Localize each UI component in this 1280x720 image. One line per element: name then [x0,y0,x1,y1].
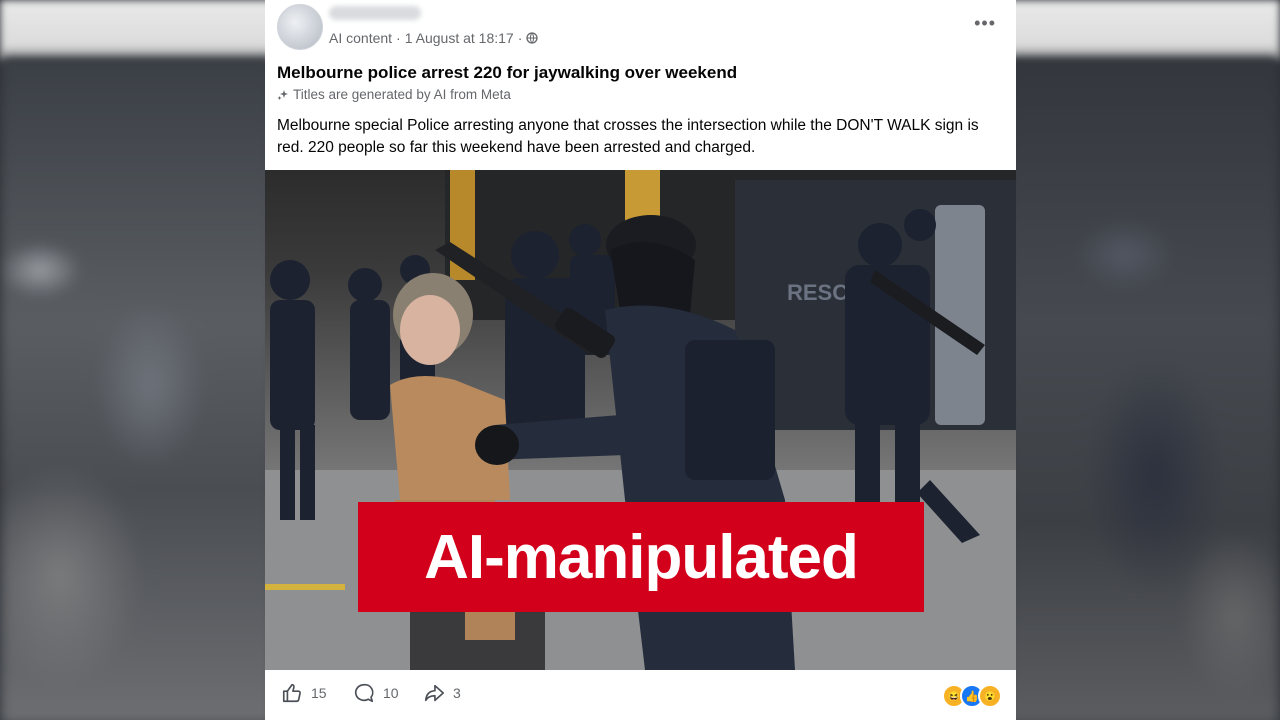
author-name-blurred[interactable] [329,6,421,20]
ai-manipulated-badge: AI-manipulated [358,502,924,612]
facebook-post: AI content · 1 August at 18:17 · ••• Mel… [265,0,1016,720]
background-left [0,55,275,720]
share-icon [424,684,444,702]
ai-title-note-text: Titles are generated by AI from Meta [293,87,511,102]
share-button[interactable]: 3 [423,682,461,704]
post-title: Melbourne police arrest 220 for jaywalki… [277,63,738,82]
post-header: AI content · 1 August at 18:17 · ••• [265,0,1016,60]
like-icon [282,683,301,703]
background-right [1005,55,1280,720]
post-image[interactable]: RESC AI-manipulated [265,170,1016,670]
post-timestamp[interactable]: 1 August at 18:17 [405,30,514,46]
badge-text: AI-manipulated [424,522,859,592]
post-body: Melbourne special Police arresting anyon… [277,117,979,156]
more-icon[interactable]: ••• [974,14,996,32]
author-avatar[interactable] [277,4,323,50]
sparkle-icon [277,89,288,100]
reaction-summary[interactable]: 😆 👍 😮 [942,684,1002,708]
comment-icon [354,683,374,703]
like-count: 15 [311,685,327,701]
post-meta: AI content · 1 August at 18:17 · [329,30,539,46]
ai-title-note: Titles are generated by AI from Meta [277,87,511,102]
meta-separator-2: · [517,30,523,46]
post-actions: 15 10 3 😆 👍 😮 [265,670,1016,720]
like-button[interactable]: 15 [281,682,327,704]
globe-icon [526,32,539,44]
wow-reaction-icon: 😮 [978,684,1002,708]
comment-button[interactable]: 10 [353,682,399,704]
comment-count: 10 [383,685,399,701]
share-count: 3 [453,685,461,701]
ai-content-label: AI content [329,30,393,46]
meta-separator: · [396,30,401,46]
van-text: RESC [787,280,848,305]
